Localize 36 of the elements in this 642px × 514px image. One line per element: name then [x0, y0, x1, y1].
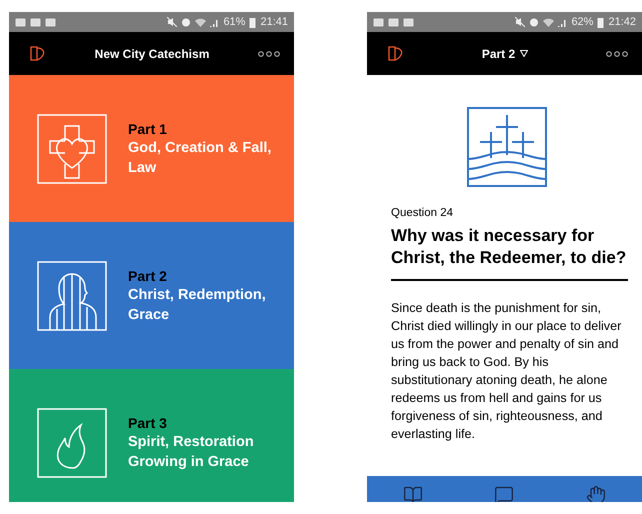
- part-selector[interactable]: Part 2: [482, 46, 516, 60]
- part-card[interactable]: Part 3 Spirit, Restoration Growing in Grace: [9, 369, 294, 502]
- part-label: Part 3: [128, 414, 168, 432]
- battery-icon: [597, 16, 604, 28]
- flame-icon: [37, 408, 107, 478]
- book-logo-icon[interactable]: [29, 45, 46, 62]
- question-number: Question 24: [391, 207, 454, 219]
- book-logo-icon[interactable]: [387, 45, 404, 62]
- battery-percentage: 62%: [571, 16, 594, 28]
- battery-icon: [249, 16, 256, 28]
- app-title: New City Catechism: [94, 46, 210, 60]
- more-icon[interactable]: [606, 50, 628, 56]
- answer-text: Since death is the punishment for sin, Christ died willingly in our place to deliver us from the power and penalty of sin and bring us back to God. By his substitutionary atoning death, he alone redeems us from hell and gains for us forgiveness of sin, righteousness, and everlasting life.: [391, 300, 622, 443]
- mute-icon: [167, 17, 178, 27]
- alarm-icon: [529, 17, 540, 27]
- part-label: Part 1: [128, 120, 168, 138]
- three-crosses-icon: [467, 107, 547, 187]
- part-title: God, Creation & Fall, Law: [128, 138, 272, 178]
- alarm-icon: [181, 17, 192, 27]
- part-card[interactable]: Part 1 God, Creation & Fall, Law: [9, 75, 294, 222]
- part-label: Part 2: [128, 266, 168, 284]
- signal-icon: [210, 18, 220, 26]
- person-silhouette-icon: [37, 260, 107, 330]
- part-card[interactable]: Part 2 Christ, Redemption, Grace: [9, 222, 294, 369]
- mute-icon: [515, 17, 526, 27]
- clock: 21:42: [608, 16, 636, 28]
- battery-percentage: 61%: [223, 16, 246, 28]
- part-title: Christ, Redemption, Grace: [128, 286, 267, 324]
- signal-icon: [558, 18, 568, 26]
- question-title: Why was it necessary for Christ, the Redeemer, to die?: [391, 225, 628, 269]
- part-title: Spirit, Restoration Growing in Grace: [128, 432, 255, 472]
- wifi-icon: [195, 18, 206, 26]
- wifi-icon: [543, 18, 554, 26]
- caret-icon[interactable]: [520, 50, 528, 57]
- more-icon[interactable]: [258, 50, 280, 56]
- clock: 21:41: [260, 16, 288, 28]
